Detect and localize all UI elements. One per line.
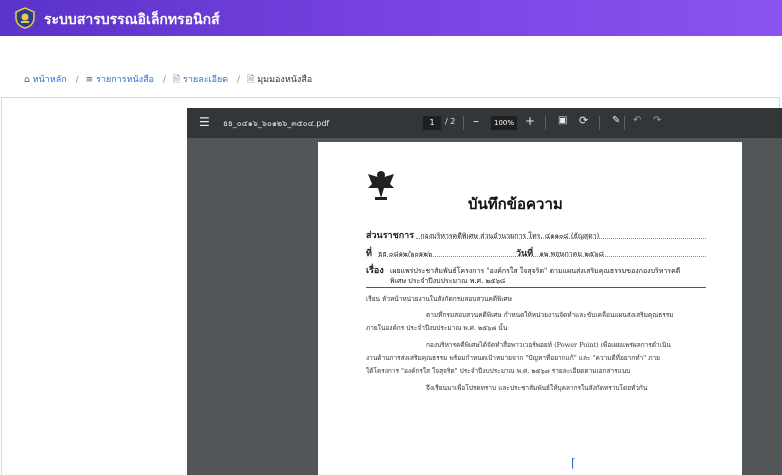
rotate-icon[interactable]: ⟳ — [579, 114, 588, 127]
date-label: วันที่ — [516, 249, 534, 259]
garuda-emblem-icon — [368, 171, 394, 200]
undo-icon[interactable]: ↶ — [633, 115, 641, 126]
paragraph-2-line-2: งานด้านการส่งเสริมคุณธรรม พร้อมกำหนดเป้า… — [366, 354, 660, 362]
divider-line — [366, 287, 706, 288]
annotate-icon[interactable]: ✎ — [612, 115, 620, 126]
pdf-page: บันทึกข้อความ ส่วนราชการ กองบริหารคดีพิเ… — [318, 142, 742, 475]
ref-label: ที่ — [366, 249, 372, 259]
breadcrumb-separator: / — [75, 75, 79, 85]
app-logo-icon[interactable] — [14, 7, 36, 29]
list-icon: ≡ — [85, 75, 94, 85]
pdf-filename: ธธ_๐๔๑๖_๖๐๑๒๖_๓๕๐๔.pdf — [223, 119, 330, 128]
breadcrumb-list[interactable]: รายการหนังสือ — [96, 75, 154, 85]
ref-row: ที่ ธธ ๐๘๑๒/๖๐๑๒๖ — [366, 246, 432, 260]
date-row: วันที่ ๑๒ พฤษภาคม ๒๕๖๘ — [516, 246, 604, 260]
toolbar-divider — [545, 116, 546, 130]
menu-icon[interactable]: ☰ — [199, 115, 210, 129]
subject-line-2: พิเศษ ประจำปีงบประมาณ พ.ศ. ๒๕๖๘ — [390, 277, 506, 285]
signature-mark: ⌈ — [571, 456, 576, 470]
agency-row: ส่วนราชการ กองบริหารคดีพิเศษ ส่วนอำนวยกา… — [366, 228, 599, 242]
document-preview-icon: 🗎 — [246, 75, 255, 85]
agency-label: ส่วนราชการ — [366, 231, 415, 241]
zoom-out-icon[interactable]: – — [473, 114, 479, 128]
toolbar-divider — [463, 116, 464, 130]
pdf-toolbar: ☰ ธธ_๐๔๑๖_๖๐๑๒๖_๓๕๐๔.pdf 1 / 2 – 100% + … — [187, 108, 782, 138]
home-icon: ⌂ — [24, 75, 30, 85]
subject-row: เรื่อง เผยแพร่ประชาสัมพันธ์โครงการ "องค์… — [366, 263, 680, 277]
paragraph-2-line-1: กองบริหารคดีพิเศษได้จัดทำสื่อพาวเวอร์พอย… — [426, 341, 671, 349]
memo-title: บันทึกข้อความ — [468, 195, 563, 213]
app-title[interactable]: ระบบสารบรรณอิเล็กทรอนิกส์ — [44, 9, 220, 31]
dotted-line — [378, 256, 706, 257]
fit-page-icon[interactable]: ▣ — [558, 115, 567, 126]
paragraph-2-line-3: ใต้โครงการ "องค์กรใส ใจสุจริต" ประจำปีงบ… — [366, 367, 631, 375]
toolbar-divider — [624, 116, 625, 130]
file-icon: 🖹 — [172, 75, 181, 85]
zoom-in-icon[interactable]: + — [525, 114, 535, 128]
breadcrumb-separator: / — [162, 75, 166, 85]
redo-icon[interactable]: ↷ — [653, 115, 661, 126]
subject-label: เรื่อง — [366, 266, 384, 276]
page-number-input[interactable]: 1 — [423, 116, 441, 130]
paragraph-1-line-1: ตามที่กรมสอบสวนคดีพิเศษ กำหนดให้หน่วยงาน… — [426, 311, 674, 319]
zoom-level-input[interactable]: 100% — [491, 116, 517, 130]
closing-line: จึงเรียนมาเพื่อโปรดทราบ และประชาสัมพันธ์… — [426, 384, 648, 392]
breadcrumb-separator: / — [237, 75, 241, 85]
pdf-viewer[interactable]: ☰ ธธ_๐๔๑๖_๖๐๑๒๖_๓๕๐๔.pdf 1 / 2 – 100% + … — [187, 108, 782, 475]
breadcrumb: ⌂ หน้าหลัก / ≡ รายการหนังสือ / 🖹 รายละเอียด… — [24, 72, 314, 88]
toolbar-divider — [599, 116, 600, 130]
dotted-line — [416, 238, 706, 239]
paragraph-1-line-2: ภายในองค์กร ประจำปีงบประมาณ พ.ศ. ๒๕๖๘ นั… — [366, 324, 508, 332]
breadcrumb-detail[interactable]: รายละเอียด — [183, 75, 228, 85]
app-header: ระบบสารบรรณอิเล็กทรอนิกส์ — [0, 0, 782, 36]
breadcrumb-home[interactable]: หน้าหลัก — [33, 75, 67, 85]
breadcrumb-current: มุมมองหนังสือ — [257, 75, 313, 85]
to-line: เรียน หัวหน้าหน่วยงานในสังกัดกรมสอบสวนคด… — [366, 295, 512, 303]
page-total: / 2 — [445, 117, 456, 126]
subject-line-1: เผยแพร่ประชาสัมพันธ์โครงการ "องค์กรใส ใจ… — [389, 267, 681, 275]
